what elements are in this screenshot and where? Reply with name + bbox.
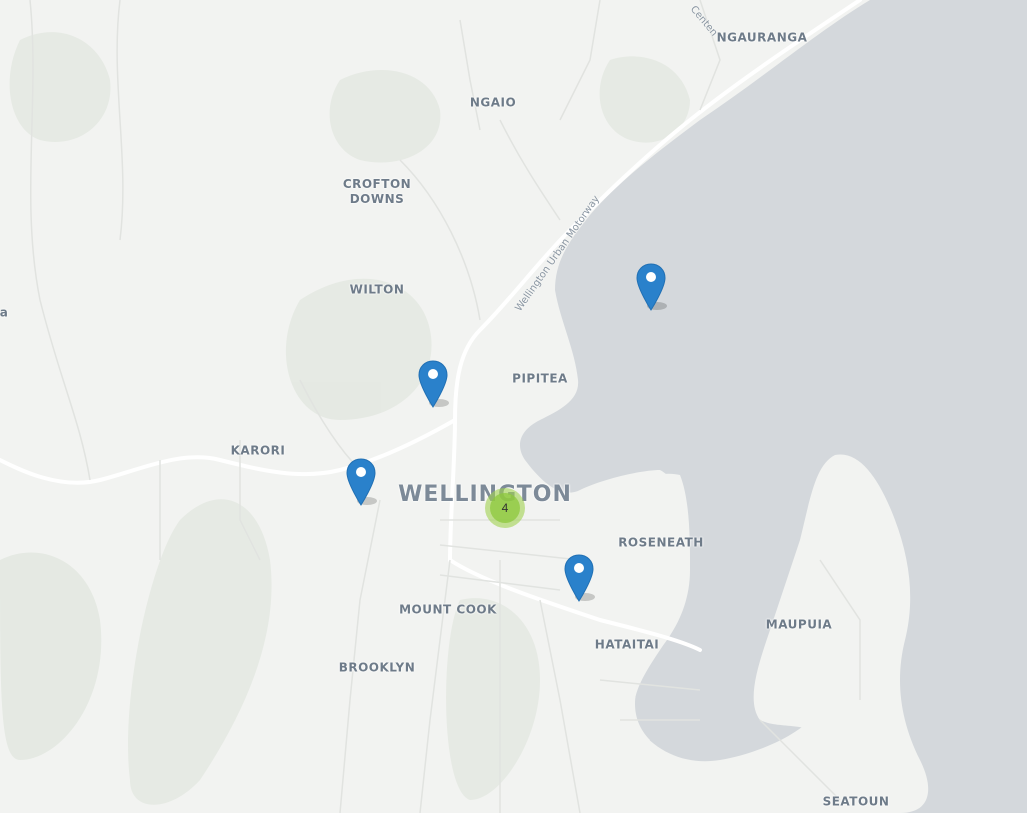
map-pin-icon xyxy=(564,554,595,602)
map-tiles xyxy=(0,0,1027,813)
place-label-crofton-downs: CROFTON DOWNS xyxy=(342,177,412,206)
map-pin-icon xyxy=(418,360,449,408)
map-marker[interactable] xyxy=(345,457,377,507)
map-pin-icon xyxy=(346,458,377,506)
place-label-pipitea: PIPITEA xyxy=(512,371,568,386)
map-marker[interactable] xyxy=(635,262,667,312)
place-label-roseneath: ROSENEATH xyxy=(618,535,704,550)
place-label-brooklyn: BROOKLYN xyxy=(338,660,416,675)
place-label-edge: a xyxy=(0,305,9,320)
place-label-karori: KARORI xyxy=(230,443,286,458)
map-marker[interactable] xyxy=(417,359,449,409)
marker-cluster[interactable]: 4 xyxy=(485,488,525,528)
place-label-ngaio: NGAIO xyxy=(469,95,517,110)
place-label-maupuia: MAUPUIA xyxy=(765,617,833,632)
place-label-seatoun: SEATOUN xyxy=(822,794,890,809)
cluster-count: 4 xyxy=(490,493,520,523)
map-view[interactable]: NGAURANGA NGAIO CROFTON DOWNS WILTON PIP… xyxy=(0,0,1027,813)
map-pin-icon xyxy=(636,263,667,311)
place-label-mount-cook: MOUNT COOK xyxy=(399,602,497,617)
place-label-ngauranga: NGAURANGA xyxy=(716,30,808,45)
place-label-hataitai: HATAITAI xyxy=(594,637,660,652)
cluster-count-label: 4 xyxy=(501,501,509,515)
place-label-wilton: WILTON xyxy=(349,282,405,297)
map-marker[interactable] xyxy=(563,553,595,603)
